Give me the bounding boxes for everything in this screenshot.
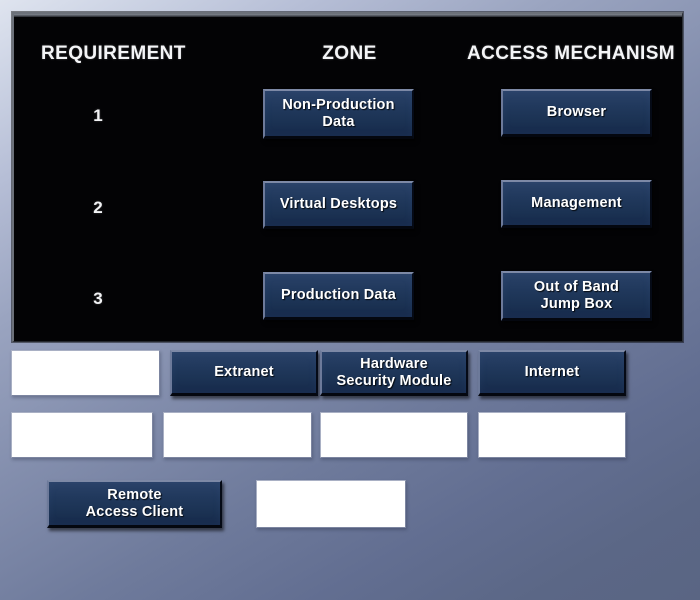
zone-button-non-production-data[interactable]: Non-Production Data — [263, 89, 414, 139]
client-button-label-line2: Access Client — [85, 503, 184, 520]
requirement-number-2: 2 — [93, 198, 103, 217]
zone-button-extranet[interactable]: Extranet — [170, 350, 318, 396]
blank-box-row3-col2[interactable] — [256, 480, 406, 528]
access-button-management[interactable]: Management — [501, 180, 652, 228]
blank-box-row2-col3[interactable] — [320, 412, 468, 458]
access-button-out-of-band-jump-box[interactable]: Out of Band Jump Box — [501, 271, 652, 321]
requirement-number-1: 1 — [93, 106, 103, 125]
blank-box-row2-col4[interactable] — [478, 412, 626, 458]
zone-button-label: Virtual Desktops — [279, 196, 398, 213]
blank-box-row2-col1[interactable] — [11, 412, 153, 458]
zone-button-label: Extranet — [214, 364, 274, 381]
diagram-canvas: REQUIREMENT ZONE ACCESS MECHANISM 1 Non-… — [0, 0, 700, 600]
matrix-panel: REQUIREMENT ZONE ACCESS MECHANISM 1 Non-… — [12, 12, 683, 342]
access-button-label: Browser — [546, 104, 607, 121]
zone-button-hardware-security-module[interactable]: Hardware Security Module — [320, 350, 468, 396]
client-button-remote-access-client[interactable]: Remote Access Client — [47, 480, 222, 528]
zone-button-internet[interactable]: Internet — [478, 350, 626, 396]
zone-button-label-line2: Data — [322, 113, 355, 130]
zone-button-label: Internet — [524, 364, 580, 381]
column-header-access-mechanism: ACCESS MECHANISM — [466, 43, 675, 64]
zone-button-label-line1: Non-Production — [282, 97, 395, 114]
blank-box-row2-col2[interactable] — [163, 412, 312, 458]
requirement-number-3: 3 — [93, 289, 103, 308]
client-button-label-line1: Remote — [107, 487, 162, 504]
zone-button-production-data[interactable]: Production Data — [263, 272, 414, 320]
zone-button-label-line2: Security Module — [336, 372, 452, 389]
access-button-label-line2: Jump Box — [540, 295, 613, 312]
zone-button-virtual-desktops[interactable]: Virtual Desktops — [263, 181, 414, 229]
zone-button-label: Production Data — [281, 287, 396, 304]
zone-button-label-line1: Hardware — [360, 356, 428, 373]
access-button-browser[interactable]: Browser — [501, 89, 652, 137]
blank-box-row1-col1[interactable] — [11, 350, 160, 396]
access-button-label-line1: Out of Band — [533, 279, 620, 296]
access-button-label: Management — [531, 195, 622, 212]
